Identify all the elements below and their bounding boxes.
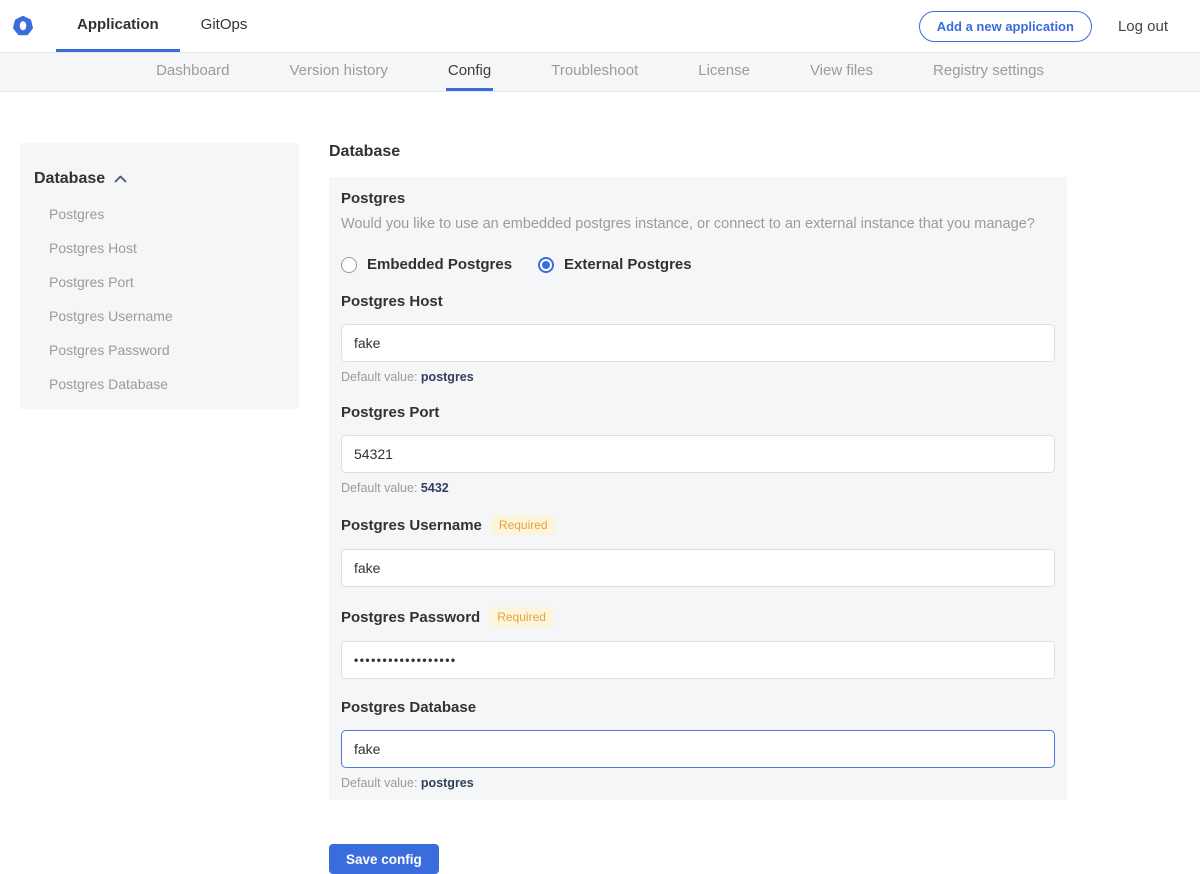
default-value-helper: Default value: postgres <box>341 370 1055 384</box>
subtab-license[interactable]: License <box>696 53 752 91</box>
field-postgres-port: Postgres Port Default value: 5432 <box>341 404 1055 495</box>
sidebar-group-label: Database <box>34 170 105 188</box>
group-item-description: Would you like to use an embedded postgr… <box>341 215 1055 233</box>
helper-label: Default value: <box>341 776 417 790</box>
app-sub-nav: Dashboard Version history Config Trouble… <box>0 52 1200 92</box>
sidebar-item-postgres-database[interactable]: Postgres Database <box>20 376 299 392</box>
radio-unselected-icon[interactable] <box>341 257 357 273</box>
sidebar-item-postgres[interactable]: Postgres <box>20 206 299 222</box>
save-config-button[interactable]: Save config <box>329 844 439 874</box>
subtab-view-files[interactable]: View files <box>808 53 875 91</box>
config-group-card: Postgres Would you like to use an embedd… <box>329 177 1067 800</box>
default-value-helper: Default value: postgres <box>341 776 1055 790</box>
add-new-application-button[interactable]: Add a new application <box>919 11 1092 42</box>
topnav-right: Add a new application Log out <box>919 0 1200 52</box>
postgres-port-input[interactable] <box>341 435 1055 473</box>
field-label: Postgres Database <box>341 699 476 716</box>
top-nav: Application GitOps Add a new application… <box>0 0 1200 52</box>
radio-selected-icon[interactable] <box>538 257 554 273</box>
topnav-tabs: Application GitOps <box>56 0 268 52</box>
helper-value: postgres <box>421 370 474 384</box>
subtab-version-history[interactable]: Version history <box>287 53 389 91</box>
field-label: Postgres Username <box>341 517 482 534</box>
radio-external-postgres[interactable]: External Postgres <box>538 256 692 273</box>
helper-label: Default value: <box>341 370 417 384</box>
helper-value: 5432 <box>421 481 449 495</box>
field-postgres-host: Postgres Host Default value: postgres <box>341 293 1055 384</box>
sidebar-item-postgres-username[interactable]: Postgres Username <box>20 308 299 324</box>
chevron-up-icon <box>114 170 127 188</box>
postgres-username-input[interactable] <box>341 549 1055 587</box>
postgres-database-input[interactable] <box>341 730 1055 768</box>
subtab-config[interactable]: Config <box>446 53 493 91</box>
field-label: Postgres Host <box>341 293 443 310</box>
radio-label: External Postgres <box>564 256 692 273</box>
field-postgres-database: Postgres Database Default value: postgre… <box>341 699 1055 790</box>
sidebar-group-database[interactable]: Database <box>20 170 299 188</box>
required-badge: Required <box>491 515 556 535</box>
content-area: Database Postgres Postgres Host Postgres… <box>0 92 1200 874</box>
tab-gitops[interactable]: GitOps <box>180 0 269 52</box>
page-title: Database <box>329 143 1067 161</box>
logout-link[interactable]: Log out <box>1118 18 1168 35</box>
field-postgres-username: Postgres Username Required <box>341 515 1055 587</box>
radio-label: Embedded Postgres <box>367 256 512 273</box>
config-main: Database Postgres Would you like to use … <box>329 143 1067 874</box>
field-label: Postgres Password <box>341 609 480 626</box>
field-postgres-password: Postgres Password Required <box>341 607 1055 679</box>
config-sidebar: Database Postgres Postgres Host Postgres… <box>20 143 299 409</box>
helper-label: Default value: <box>341 481 417 495</box>
subtab-registry-settings[interactable]: Registry settings <box>931 53 1046 91</box>
sidebar-item-postgres-host[interactable]: Postgres Host <box>20 240 299 256</box>
sidebar-item-postgres-port[interactable]: Postgres Port <box>20 274 299 290</box>
postgres-password-input[interactable] <box>341 641 1055 679</box>
required-badge: Required <box>489 607 554 627</box>
app-logo-icon[interactable] <box>12 0 34 52</box>
subtab-troubleshoot[interactable]: Troubleshoot <box>549 53 640 91</box>
group-item-title: Postgres <box>341 190 1055 207</box>
sidebar-item-postgres-password[interactable]: Postgres Password <box>20 342 299 358</box>
subtab-dashboard[interactable]: Dashboard <box>154 53 231 91</box>
postgres-host-input[interactable] <box>341 324 1055 362</box>
tab-application[interactable]: Application <box>56 0 180 52</box>
default-value-helper: Default value: 5432 <box>341 481 1055 495</box>
radio-embedded-postgres[interactable]: Embedded Postgres <box>341 256 512 273</box>
field-label: Postgres Port <box>341 404 439 421</box>
postgres-type-radio-group: Embedded Postgres External Postgres <box>341 256 1055 273</box>
helper-value: postgres <box>421 776 474 790</box>
